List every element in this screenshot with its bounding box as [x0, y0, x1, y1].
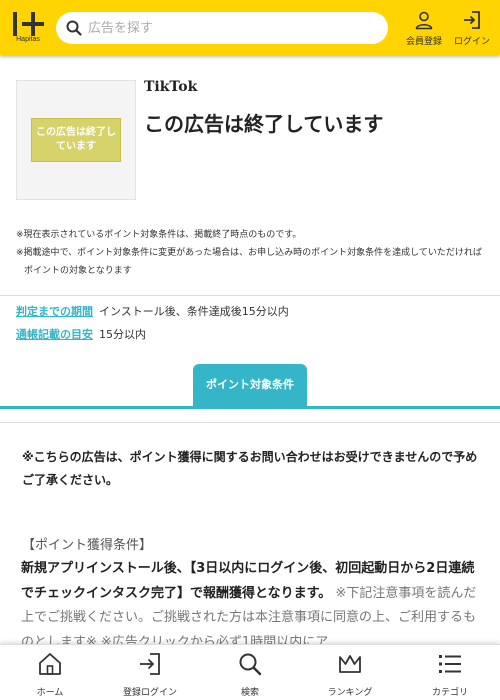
nav-home[interactable]: ホーム	[0, 651, 100, 698]
bottom-nav: ホーム 登録ログイン 検索 ランキング カテゴリ	[0, 644, 500, 700]
search-icon	[66, 20, 82, 36]
judgement-period-value: インストール後、条件達成後15分以内	[99, 305, 289, 318]
ad-ended-title: この広告は終了しています	[144, 112, 384, 136]
login-icon	[464, 11, 480, 29]
note-item: ※現在表示されているポイント対象条件は、掲載終了時点のものです。	[16, 230, 302, 240]
crown-icon	[339, 655, 361, 673]
ad-thumbnail: この広告は終了しています	[16, 80, 136, 200]
search-box[interactable]	[56, 12, 388, 44]
divider	[0, 295, 500, 296]
inquiry-note: ※こちらの広告は、ポイント獲得に関するお問い合わせはお受けできませんので予めご了…	[22, 450, 478, 487]
passbook-link[interactable]: 通帳記載の目安	[16, 328, 93, 341]
login-icon	[140, 653, 160, 675]
nav-search-label: 検索	[240, 688, 259, 698]
nav-ranking[interactable]: ランキング	[300, 651, 400, 698]
nav-register-login[interactable]: 登録ログイン	[100, 651, 200, 698]
divider	[0, 422, 500, 423]
nav-search[interactable]: 検索	[200, 651, 300, 698]
tab-underline	[0, 406, 500, 409]
login-button[interactable]: ログイン	[450, 10, 494, 50]
tab-point-conditions[interactable]: ポイント対象条件	[193, 364, 307, 406]
tab-bar: ポイント対象条件	[0, 364, 500, 409]
user-icon	[415, 11, 433, 30]
logo-text: Hapitas	[16, 36, 40, 43]
passbook-value: 15分以内	[99, 328, 146, 341]
nav-ranking-label: ランキング	[327, 688, 373, 698]
nav-register-login-label: 登録ログイン	[122, 688, 177, 698]
login-label: ログイン	[453, 37, 490, 47]
nav-category[interactable]: カテゴリ	[400, 651, 500, 698]
judgement-period-link[interactable]: 判定までの期間	[16, 305, 93, 318]
note-item: ※掲載途中で、ポイント対象条件に変更があった場合は、お申し込み時のポイント対象条…	[16, 248, 482, 276]
conditions-text: 新規アプリインストール後、【3日以内にログイン後、初回起動日から2日連続でチェッ…	[21, 557, 477, 655]
member-register-label: 会員登録	[405, 37, 442, 47]
nav-home-label: ホーム	[36, 688, 64, 698]
search-icon	[239, 653, 262, 676]
search-input[interactable]	[88, 18, 378, 38]
passbook-row: 通帳記載の目安 15分以内	[16, 327, 146, 343]
list-icon	[439, 655, 461, 673]
judgement-period-row: 判定までの期間 インストール後、条件達成後15分以内	[16, 304, 289, 320]
member-register-button[interactable]: 会員登録	[402, 10, 446, 50]
ad-ended-thumbnail-text: この広告は終了しています	[31, 118, 121, 162]
app-name: TikTok	[144, 79, 198, 95]
conditions-heading: 【ポイント獲得条件】	[22, 538, 153, 553]
header-bar: Hapitas 会員登録 ログイン	[0, 0, 500, 55]
notes: ※現在表示されているポイント対象条件は、掲載終了時点のものです。 ※掲載途中で、…	[16, 226, 486, 280]
nav-category-label: カテゴリ	[431, 688, 468, 698]
home-icon	[39, 653, 61, 675]
